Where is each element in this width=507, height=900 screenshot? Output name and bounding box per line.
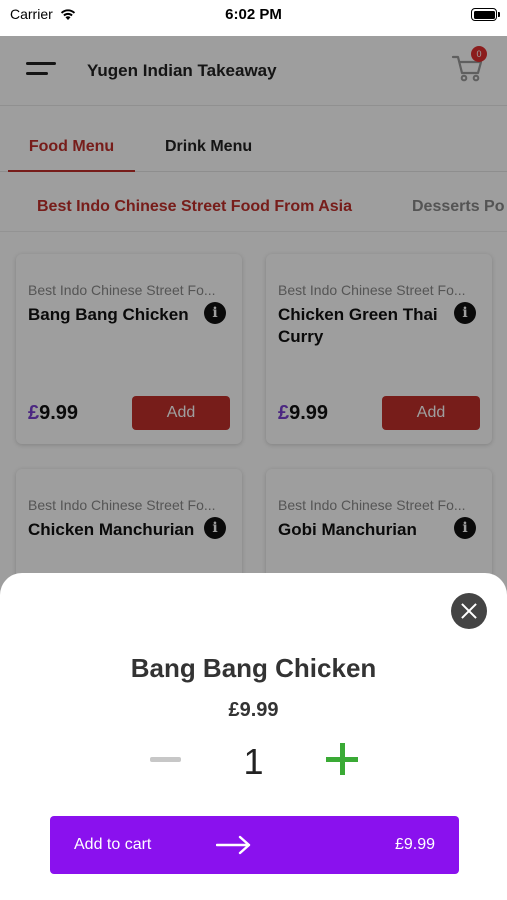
battery-icon — [471, 8, 500, 21]
add-to-cart-label: Add to cart — [74, 836, 152, 853]
clock: 6:02 PM — [225, 6, 282, 23]
status-bar: Carrier 6:02 PM — [0, 0, 507, 36]
add-to-cart-button[interactable]: Add to cart £9.99 — [50, 816, 459, 874]
cart-total: £9.99 — [394, 836, 435, 853]
sheet-item-title: Bang Bang Chicken — [130, 653, 377, 683]
add-item-sheet: Bang Bang Chicken £9.99 1 Add to cart £9… — [0, 573, 507, 900]
arrow-right-icon — [216, 835, 251, 855]
quantity-value: 1 — [243, 741, 264, 782]
quantity-stepper: 1 — [0, 737, 507, 785]
plus-icon[interactable] — [326, 743, 358, 775]
sheet-item-price: £9.99 — [228, 699, 279, 721]
close-icon[interactable] — [451, 593, 487, 629]
